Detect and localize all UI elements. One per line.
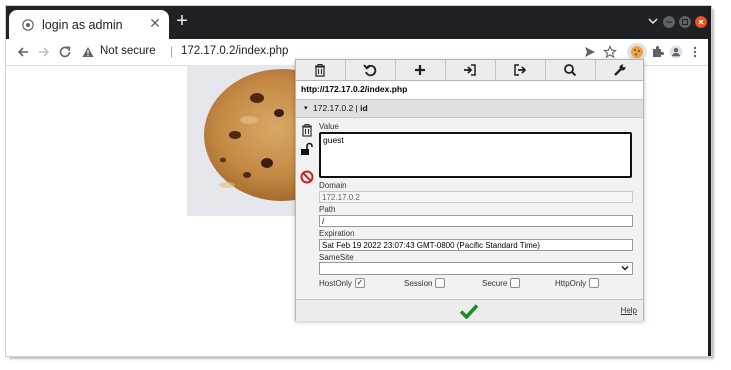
chevron-down-icon [621, 266, 629, 271]
window-edge [708, 6, 711, 356]
url-separator: | [170, 44, 174, 58]
path-field[interactable]: / [319, 215, 633, 227]
new-tab-icon[interactable]: + [172, 11, 192, 31]
cookie-title: 172.17.0.2 | id [313, 103, 368, 113]
session-label: Session [404, 279, 433, 289]
browser-tab[interactable]: login as admin ✕ [9, 10, 169, 39]
search-icon [564, 64, 577, 77]
profile-icon[interactable] [669, 45, 683, 59]
cookie-editor-toolbar [296, 60, 643, 81]
cookie-editor-popup: http://172.17.0.2/index.php ▾ 172.17.0.2… [295, 59, 644, 321]
send-icon[interactable] [583, 45, 597, 59]
httponly-option: HttpOnly [555, 278, 600, 289]
add-cookie-button[interactable] [396, 60, 446, 80]
samesite-select[interactable] [319, 262, 633, 275]
unlock-icon[interactable] [300, 142, 314, 156]
cookie-image [187, 65, 297, 216]
cookie-editor-footer: Help [296, 299, 643, 321]
delete-all-button[interactable] [296, 60, 346, 80]
cookie-name: id [360, 103, 368, 113]
export-button[interactable] [496, 60, 546, 80]
globe-icon [22, 19, 34, 31]
url-text[interactable]: 172.17.0.2/index.php [181, 45, 288, 57]
undo-button[interactable] [346, 60, 396, 80]
help-link[interactable]: Help [621, 306, 637, 315]
secure-option: Secure [482, 278, 521, 289]
expiration-label: Expiration [319, 229, 355, 238]
cookie-host: 172.17.0.2 [313, 103, 354, 113]
search-button[interactable] [546, 60, 596, 80]
expiration-field[interactable]: Sat Feb 19 2022 23:07:43 GMT-0800 (Pacif… [319, 239, 633, 251]
value-textarea[interactable]: guest [319, 132, 632, 178]
httponly-checkbox[interactable] [589, 278, 600, 288]
tab-strip: login as admin ✕ + [6, 6, 711, 39]
browser-window: login as admin ✕ + Not secure | 172.17.0… [5, 5, 712, 357]
more-icon[interactable] [688, 45, 702, 59]
security-label[interactable]: Not secure [100, 45, 156, 57]
back-icon[interactable] [16, 45, 30, 59]
warning-icon[interactable] [82, 46, 94, 58]
import-button[interactable] [446, 60, 496, 80]
hostonly-option: HostOnly ✓ [319, 278, 365, 289]
page-url: http://172.17.0.2/index.php [301, 84, 408, 94]
check-icon[interactable] [459, 303, 479, 319]
cookie-header[interactable]: ▾ 172.17.0.2 | id [296, 100, 643, 118]
close-icon[interactable]: ✕ [147, 15, 163, 32]
options-button[interactable] [596, 60, 645, 80]
export-icon [514, 64, 527, 76]
value-label: Value [319, 122, 339, 131]
domain-field[interactable]: 172.17.0.2 [319, 191, 633, 203]
undo-icon [363, 64, 377, 77]
import-icon [464, 64, 476, 76]
session-option: Session [404, 278, 446, 289]
page-url-row: http://172.17.0.2/index.php [296, 81, 643, 100]
puzzle-icon[interactable] [650, 45, 664, 59]
secure-checkbox[interactable] [510, 278, 521, 288]
samesite-label: SameSite [319, 253, 354, 262]
cookie-picture [204, 69, 297, 201]
forward-icon[interactable] [37, 45, 51, 59]
session-checkbox[interactable] [435, 278, 446, 288]
path-label: Path [319, 205, 336, 214]
domain-label: Domain [319, 181, 347, 190]
hostonly-label: HostOnly [319, 279, 352, 289]
plus-icon [415, 65, 425, 75]
maximize-icon[interactable] [679, 16, 691, 28]
star-icon[interactable] [603, 45, 617, 59]
minimize-icon[interactable] [663, 16, 675, 28]
httponly-label: HttpOnly [555, 279, 587, 289]
window-close-icon[interactable] [695, 16, 707, 28]
chevron-down-icon[interactable]: ▾ [304, 104, 308, 112]
wrench-icon [614, 64, 626, 76]
reload-icon[interactable] [58, 45, 72, 59]
tab-list-icon[interactable] [647, 15, 659, 27]
secure-label: Secure [482, 279, 508, 289]
trash-icon [315, 63, 325, 77]
trash-icon[interactable] [300, 123, 314, 137]
block-icon[interactable] [300, 170, 314, 184]
hostonly-checkbox[interactable]: ✓ [354, 278, 365, 288]
tab-title: login as admin [42, 18, 123, 32]
cookie-extension-icon [631, 46, 643, 58]
